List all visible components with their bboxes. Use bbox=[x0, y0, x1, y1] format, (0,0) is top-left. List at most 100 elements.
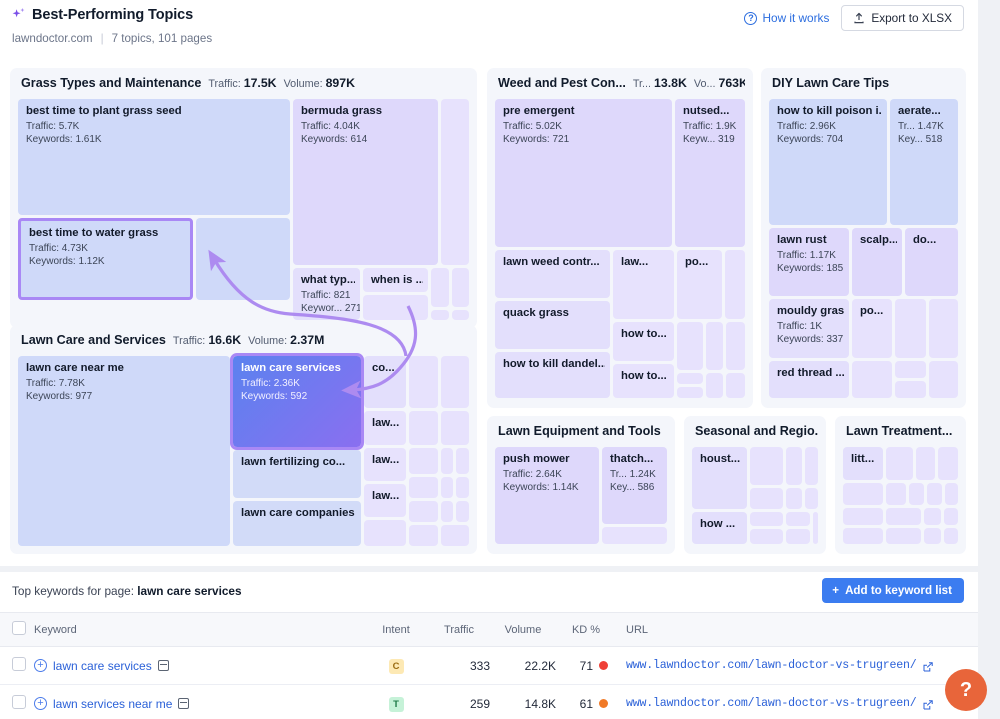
treemap-tile[interactable]: lawn care companies bbox=[233, 501, 361, 546]
intent-badge[interactable]: T bbox=[389, 697, 404, 712]
intent-badge[interactable]: C bbox=[389, 659, 404, 674]
treemap-tile[interactable] bbox=[441, 99, 469, 265]
treemap-tile[interactable] bbox=[431, 268, 449, 307]
external-link-icon[interactable] bbox=[923, 661, 933, 671]
treemap-tile[interactable] bbox=[916, 447, 935, 480]
add-keyword-icon[interactable]: + bbox=[34, 697, 47, 710]
column-header-traffic[interactable]: Traffic bbox=[428, 613, 490, 647]
treemap-tile[interactable]: litt... bbox=[843, 447, 883, 480]
treemap-tile[interactable] bbox=[945, 483, 958, 505]
url-link[interactable]: www.lawndoctor.com/lawn-doctor-vs-trugre… bbox=[626, 697, 917, 710]
treemap-tile[interactable]: scalp... bbox=[852, 228, 902, 296]
treemap-tile[interactable]: push mower Traffic: 2.64K Keywords: 1.14… bbox=[495, 447, 599, 544]
treemap-tile[interactable]: lawn rust Traffic: 1.17K Keywords: 185 bbox=[769, 228, 849, 296]
treemap-tile[interactable]: how to... bbox=[613, 364, 674, 398]
export-to-xlsx-button[interactable]: Export to XLSX bbox=[841, 5, 964, 31]
treemap-tile[interactable] bbox=[895, 361, 926, 378]
treemap-tile[interactable] bbox=[750, 447, 783, 485]
topic-card-weed-pest-control[interactable]: Weed and Pest Con... Tr... 13.8K Vo... 7… bbox=[487, 68, 753, 408]
treemap-tile[interactable] bbox=[924, 528, 941, 544]
column-header-intent[interactable]: Intent bbox=[364, 613, 428, 647]
treemap-tile[interactable] bbox=[441, 448, 453, 474]
treemap-tile[interactable] bbox=[750, 488, 783, 509]
treemap-tile[interactable] bbox=[886, 447, 913, 480]
row-checkbox[interactable] bbox=[12, 695, 26, 709]
treemap-tile[interactable] bbox=[786, 488, 802, 509]
treemap-tile[interactable] bbox=[813, 512, 818, 544]
treemap-tile[interactable] bbox=[909, 483, 924, 505]
treemap-tile-selected[interactable]: lawn care services Traffic: 2.36K Keywor… bbox=[233, 356, 361, 447]
treemap-tile[interactable] bbox=[452, 268, 469, 307]
treemap-tile-selected[interactable]: best time to water grass Traffic: 4.73K … bbox=[18, 218, 193, 300]
treemap-tile[interactable]: thatch... Tr... 1.24K Key... 586 bbox=[602, 447, 667, 524]
treemap-tile[interactable] bbox=[786, 512, 810, 526]
treemap-tile[interactable]: law... bbox=[364, 411, 406, 445]
serp-features-icon[interactable] bbox=[158, 660, 169, 671]
treemap-tile[interactable] bbox=[726, 373, 745, 398]
topic-card-diy-lawn-care-tips[interactable]: DIY Lawn Care Tips how to kill poison i.… bbox=[761, 68, 966, 408]
treemap-tile[interactable] bbox=[750, 512, 783, 526]
treemap-tile[interactable]: law... bbox=[364, 484, 406, 517]
treemap-tile[interactable] bbox=[441, 501, 453, 522]
treemap-tile[interactable] bbox=[706, 373, 723, 398]
treemap-tile[interactable] bbox=[441, 525, 469, 546]
treemap-tile[interactable] bbox=[927, 483, 942, 505]
treemap-tile[interactable] bbox=[456, 501, 469, 522]
treemap-tile[interactable]: law... bbox=[364, 448, 406, 481]
topic-card-lawn-equipment-tools[interactable]: Lawn Equipment and Tools push mower Traf… bbox=[487, 416, 675, 554]
treemap-tile[interactable] bbox=[431, 310, 449, 320]
treemap-tile[interactable] bbox=[929, 299, 958, 358]
treemap-tile[interactable] bbox=[852, 361, 892, 398]
column-header-volume[interactable]: Volume bbox=[490, 613, 556, 647]
treemap-tile[interactable]: how to kill poison i... Traffic: 2.96K K… bbox=[769, 99, 887, 225]
treemap-tile[interactable] bbox=[441, 411, 469, 445]
treemap-tile[interactable] bbox=[843, 508, 883, 525]
treemap-tile[interactable] bbox=[886, 483, 906, 505]
treemap-tile[interactable] bbox=[409, 411, 438, 445]
treemap-tile[interactable] bbox=[677, 387, 703, 398]
treemap-tile[interactable]: aerate... Tr... 1.47K Key... 518 bbox=[890, 99, 958, 225]
treemap-tile[interactable] bbox=[441, 477, 453, 498]
select-all-checkbox[interactable] bbox=[12, 621, 26, 635]
treemap-tile[interactable] bbox=[944, 528, 958, 544]
treemap-tile[interactable] bbox=[677, 373, 703, 384]
topic-card-lawn-treatment[interactable]: Lawn Treatment... litt... bbox=[835, 416, 966, 554]
treemap-tile[interactable]: pre emergent Traffic: 5.02K Keywords: 72… bbox=[495, 99, 672, 247]
treemap-tile[interactable] bbox=[895, 299, 926, 358]
treemap-tile[interactable] bbox=[409, 356, 438, 408]
treemap-tile[interactable]: how to... bbox=[613, 322, 674, 361]
treemap-tile[interactable] bbox=[886, 508, 921, 525]
column-header-kd[interactable]: KD % bbox=[556, 613, 616, 647]
treemap-tile[interactable]: best time to plant grass seed Traffic: 5… bbox=[18, 99, 290, 215]
page-scrollbar[interactable] bbox=[978, 0, 1000, 719]
treemap-tile[interactable] bbox=[886, 528, 921, 544]
treemap-tile[interactable]: bermuda grass Traffic: 4.04K Keywords: 6… bbox=[293, 99, 438, 265]
treemap-tile[interactable] bbox=[843, 483, 883, 505]
treemap-tile[interactable] bbox=[456, 448, 469, 474]
add-keyword-icon[interactable]: + bbox=[34, 659, 47, 672]
treemap-tile[interactable]: what typ... Traffic: 821 Keywor... 271 bbox=[293, 268, 360, 320]
treemap-tile[interactable] bbox=[929, 361, 958, 398]
treemap-tile[interactable] bbox=[726, 322, 745, 370]
treemap-tile[interactable]: red thread ... bbox=[769, 361, 849, 398]
column-header-url[interactable]: URL bbox=[616, 613, 978, 647]
url-link[interactable]: www.lawndoctor.com/lawn-doctor-vs-trugre… bbox=[626, 659, 917, 672]
treemap-tile[interactable] bbox=[409, 448, 438, 474]
treemap-tile[interactable]: law... bbox=[613, 250, 674, 319]
row-checkbox[interactable] bbox=[12, 657, 26, 671]
treemap-tile[interactable] bbox=[750, 529, 783, 544]
treemap-tile[interactable] bbox=[786, 447, 802, 485]
treemap-tile[interactable] bbox=[196, 218, 290, 300]
treemap-tile[interactable]: co... bbox=[364, 356, 406, 408]
column-header-keyword[interactable]: Keyword bbox=[34, 613, 364, 647]
treemap-tile[interactable]: nutsed... Traffic: 1.9K Keyw... 319 bbox=[675, 99, 745, 247]
treemap-tile[interactable] bbox=[677, 322, 703, 370]
treemap-tile[interactable]: lawn weed contr... bbox=[495, 250, 610, 298]
how-it-works-link[interactable]: ? How it works bbox=[744, 11, 829, 25]
treemap-tile[interactable] bbox=[805, 447, 818, 485]
treemap-tile[interactable]: when is ... bbox=[363, 268, 428, 292]
treemap-tile[interactable] bbox=[602, 527, 667, 544]
treemap-tile[interactable]: how ... bbox=[692, 512, 747, 544]
treemap-tile[interactable] bbox=[944, 508, 958, 525]
treemap-tile[interactable] bbox=[363, 295, 428, 320]
